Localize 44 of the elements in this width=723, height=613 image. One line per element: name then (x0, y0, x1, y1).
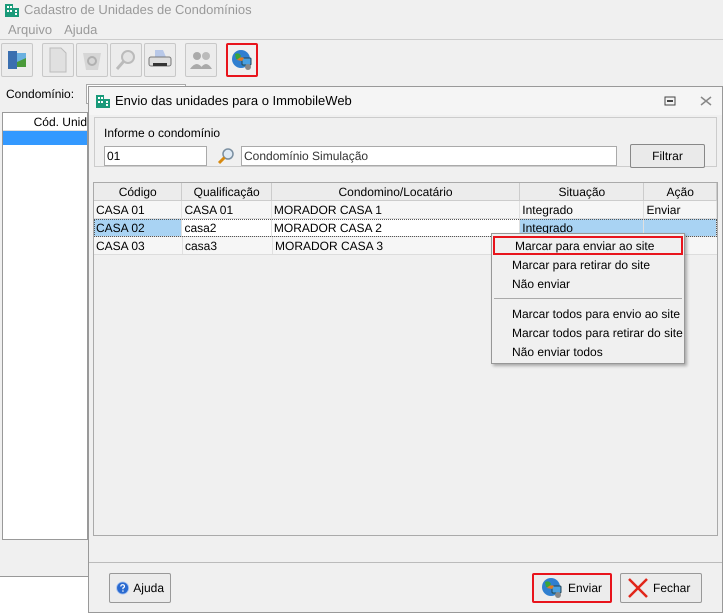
table-cell: casa2 (182, 219, 272, 236)
column-header[interactable]: Ação (644, 183, 717, 200)
table-row[interactable]: CASA 01 CASA 01 MORADOR CASA 1 Integrado Enviar (94, 201, 717, 219)
building-icon (95, 93, 111, 109)
dialog-title: Envio das unidades para o ImmobileWeb (115, 92, 353, 110)
column-header[interactable]: Condomino/Locatário (272, 183, 520, 200)
menu-item[interactable]: Marcar para enviar ao site (493, 236, 683, 255)
table-cell: CASA 01 (94, 201, 182, 218)
table-cell: CASA 03 (94, 237, 183, 254)
help-button[interactable]: Ajuda (109, 572, 171, 602)
code-field[interactable]: 01 (104, 146, 207, 166)
globe-icon (230, 48, 254, 72)
column-header[interactable]: Qualificação (182, 183, 272, 200)
menu-item[interactable]: Marcar todos para envio ao site (492, 304, 684, 323)
table-cell: Integrado (520, 201, 644, 218)
restore-icon[interactable] (664, 96, 676, 106)
menu-item[interactable]: Marcar todos para retirar do site (492, 323, 684, 342)
send-button[interactable]: Enviar (532, 572, 612, 602)
filter-button[interactable]: Filtrar (630, 144, 705, 168)
column-header[interactable]: Situação (520, 183, 644, 200)
search-icon[interactable] (217, 147, 235, 165)
menu-item[interactable]: Não enviar (492, 274, 684, 293)
building-icon (4, 2, 20, 18)
group-label: Informe o condomínio (104, 125, 222, 142)
table-cell: Enviar (644, 201, 717, 218)
toolbar-button[interactable] (144, 43, 176, 77)
column-header[interactable]: Código (94, 183, 182, 200)
window-title: Cadastro de Unidades de Condomínios (24, 1, 252, 20)
table-cell: casa3 (183, 237, 273, 254)
menu-item[interactable]: Não enviar todos (492, 342, 684, 361)
table-cell: CASA 01 (182, 201, 272, 218)
table-row[interactable]: CASA 02 casa2 MORADOR CASA 2 Integrado (94, 219, 717, 237)
search-icon (114, 48, 138, 72)
globe-icon (540, 576, 564, 600)
field-label: Condomínio: (6, 86, 74, 103)
document-icon (47, 47, 69, 73)
table-cell: MORADOR CASA 1 (272, 201, 520, 218)
close-button[interactable]: Fechar (620, 572, 702, 602)
close-icon (627, 576, 649, 598)
door-icon (5, 48, 29, 72)
table-cell: CASA 02 (94, 219, 182, 236)
close-icon[interactable] (700, 96, 712, 106)
menu-item[interactable]: Marcar para retirar do site (492, 255, 684, 274)
name-field[interactable]: Condomínio Simulação (241, 146, 617, 166)
